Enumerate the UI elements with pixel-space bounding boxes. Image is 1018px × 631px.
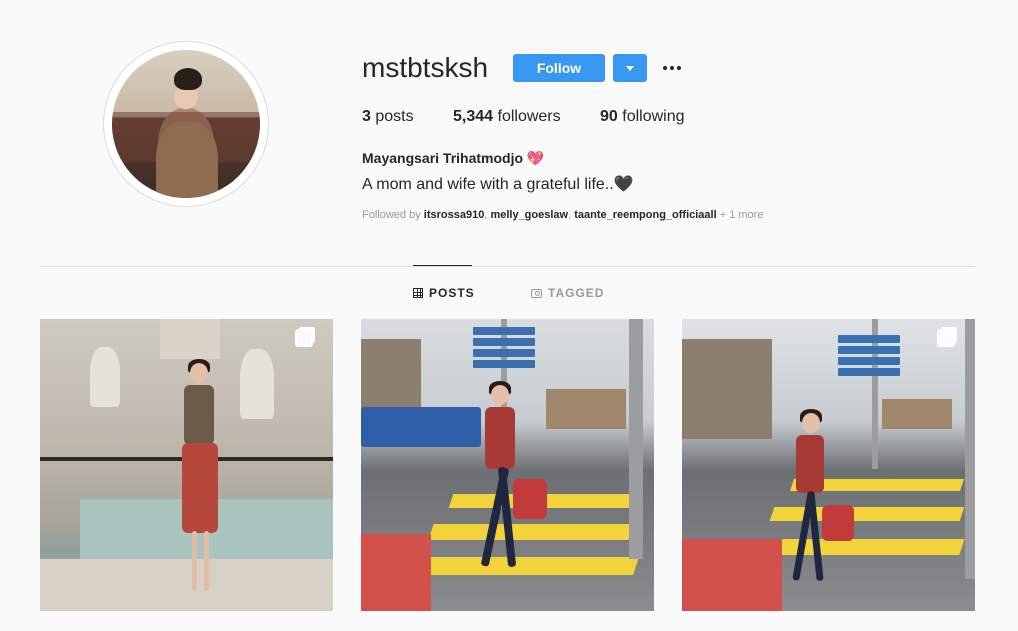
tag-icon [531,288,542,298]
chevron-down-icon [626,65,634,71]
posts-count-stat: 3 posts [362,108,414,125]
tab-tagged[interactable]: TAGGED [531,286,604,300]
post-thumbnail[interactable] [361,319,654,611]
followed-by-account-link[interactable]: melly_goeslaw [490,209,568,221]
active-tab-indicator [413,265,472,266]
profile-bio: A mom and wife with a grateful life..🖤 [362,176,634,193]
followers-link[interactable]: 5,344 followers [453,108,561,126]
grid-icon [413,288,423,298]
profile-username: mstbtsksh [362,52,489,83]
followed-by-account-link[interactable]: taante_reempong_officiaall [574,209,716,221]
profile-avatar[interactable] [103,41,269,207]
followed-by-text: Followed by itsrossa910, melly_goeslaw, … [362,209,764,221]
follow-button[interactable]: Follow [513,54,605,82]
tab-posts[interactable]: POSTS [413,286,475,300]
more-options-button[interactable] [659,58,685,78]
avatar-image [112,50,260,198]
post-thumbnail[interactable] [682,319,975,611]
followed-by-more-link[interactable]: + 1 more [720,209,764,221]
followed-by-account-link[interactable]: itsrossa910 [424,209,485,221]
suggested-accounts-dropdown-button[interactable] [613,54,647,82]
post-thumbnail[interactable] [40,319,333,611]
profile-full-name: Mayangsari Trihatmodjo 💖 [362,150,545,166]
multiple-photos-icon [937,329,955,347]
following-link[interactable]: 90 following [600,108,685,126]
tabs-divider [40,266,975,267]
multiple-photos-icon [295,329,313,347]
ellipsis-icon [663,66,667,70]
